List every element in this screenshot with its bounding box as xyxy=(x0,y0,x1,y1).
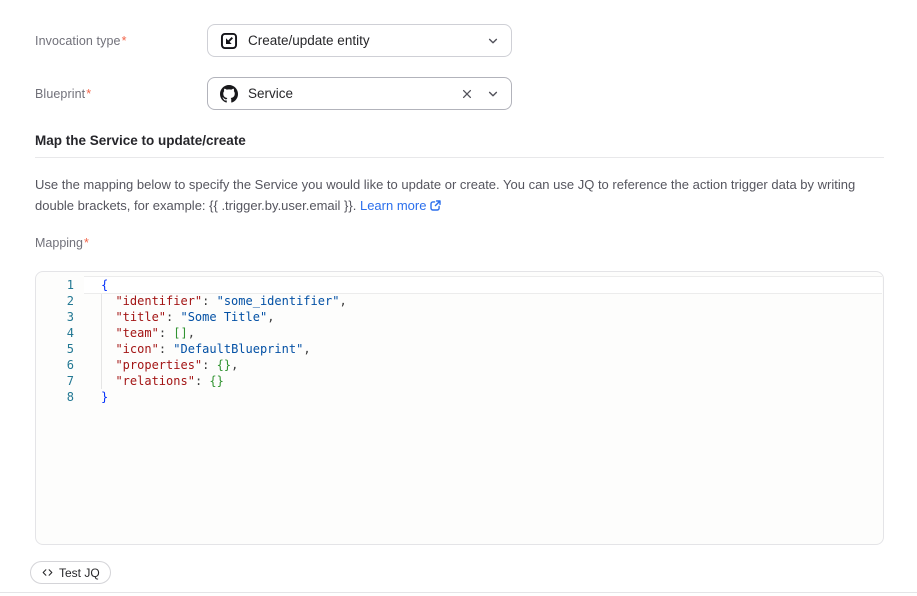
code-line-text: "properties": {}, xyxy=(84,357,883,373)
invocation-type-value: Create/update entity xyxy=(248,33,487,48)
blueprint-label: Blueprint* xyxy=(35,87,207,101)
code-line-text: "relations": {} xyxy=(84,373,883,389)
chevron-down-icon[interactable] xyxy=(487,35,499,47)
code-line[interactable]: 1{ xyxy=(36,277,883,293)
mapping-description: Use the mapping below to specify the Ser… xyxy=(35,174,876,216)
invocation-type-row: Invocation type* Create/update entity xyxy=(35,24,512,57)
blueprint-select[interactable]: Service xyxy=(207,77,512,110)
invocation-type-select[interactable]: Create/update entity xyxy=(207,24,512,57)
test-jq-label: Test JQ xyxy=(59,566,100,580)
code-editor[interactable]: 1{2 "identifier": "some_identifier",3 "t… xyxy=(35,271,884,545)
description-text: Use the mapping below to specify the Ser… xyxy=(35,177,855,213)
blueprint-row: Blueprint* Service xyxy=(35,77,512,110)
code-line[interactable]: 7 "relations": {} xyxy=(36,373,883,389)
learn-more-link[interactable]: Learn more xyxy=(360,198,426,213)
line-number: 3 xyxy=(36,309,74,325)
code-line[interactable]: 8} xyxy=(36,389,883,405)
required-asterisk: * xyxy=(86,87,91,101)
code-line-text: "icon": "DefaultBlueprint", xyxy=(84,341,883,357)
entity-icon xyxy=(220,32,238,50)
code-line[interactable]: 5 "icon": "DefaultBlueprint", xyxy=(36,341,883,357)
line-number: 8 xyxy=(36,389,74,405)
code-line[interactable]: 3 "title": "Some Title", xyxy=(36,309,883,325)
invocation-type-label: Invocation type* xyxy=(35,34,207,48)
code-icon xyxy=(41,566,54,579)
blueprint-value: Service xyxy=(248,86,461,101)
code-line-text: "team": [], xyxy=(84,325,883,341)
line-number: 5 xyxy=(36,341,74,357)
line-number: 2 xyxy=(36,293,74,309)
code-line[interactable]: 4 "team": [], xyxy=(36,325,883,341)
line-number: 4 xyxy=(36,325,74,341)
external-link-icon[interactable] xyxy=(429,197,442,210)
github-icon xyxy=(220,85,238,103)
section-heading: Map the Service to update/create xyxy=(35,133,246,148)
chevron-down-icon[interactable] xyxy=(487,88,499,100)
code-line-text: "identifier": "some_identifier", xyxy=(84,293,883,309)
line-number: 1 xyxy=(36,277,74,293)
line-number: 7 xyxy=(36,373,74,389)
code-line-text: } xyxy=(84,389,883,405)
code-line-text: "title": "Some Title", xyxy=(84,309,883,325)
clear-icon[interactable] xyxy=(461,88,473,100)
mapping-label: Mapping* xyxy=(35,236,89,250)
section-divider xyxy=(35,157,884,158)
code-line-text: { xyxy=(84,277,882,293)
code-editor-lines: 1{2 "identifier": "some_identifier",3 "t… xyxy=(36,272,883,405)
required-asterisk: * xyxy=(122,34,127,48)
code-line[interactable]: 2 "identifier": "some_identifier", xyxy=(36,293,883,309)
footer-divider xyxy=(0,592,917,593)
code-line[interactable]: 6 "properties": {}, xyxy=(36,357,883,373)
test-jq-button[interactable]: Test JQ xyxy=(30,561,111,584)
required-asterisk: * xyxy=(84,236,89,250)
line-number: 6 xyxy=(36,357,74,373)
